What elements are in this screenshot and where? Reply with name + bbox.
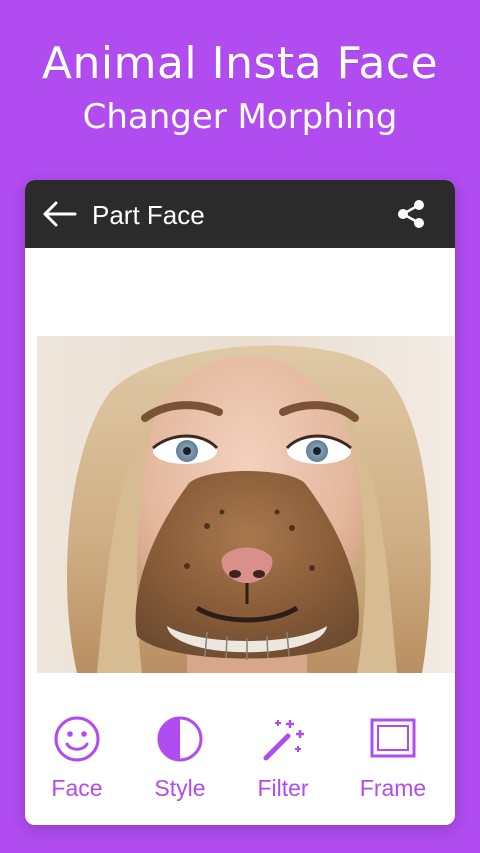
frame-icon <box>370 718 416 758</box>
face-tool-label: Face <box>51 775 103 801</box>
filter-tool-label: Filter <box>257 775 309 801</box>
bottom-toolbar: Face Style Filter Frame <box>25 700 455 825</box>
filter-tool-button[interactable]: Filter <box>233 714 333 814</box>
editor-canvas[interactable] <box>25 248 455 740</box>
style-tool-label: Style <box>154 775 206 801</box>
frame-tool-label: Frame <box>359 775 427 801</box>
screen-title: Part Face <box>92 200 205 230</box>
promo-subtitle: Changer Morphing <box>82 97 398 137</box>
promo-title: Animal Insta Face <box>41 38 439 89</box>
app-bar: Part Face <box>25 180 455 248</box>
face-photo[interactable] <box>37 336 455 673</box>
app-screen: Part Face Face Style Filter Frame <box>25 180 455 825</box>
style-tool-button[interactable]: Style <box>130 714 230 814</box>
contrast-icon <box>157 716 203 762</box>
frame-tool-button[interactable]: Frame <box>343 714 443 814</box>
face-tool-button[interactable]: Face <box>27 714 127 814</box>
arrow-left-icon[interactable] <box>41 200 77 228</box>
smiley-icon <box>54 716 100 762</box>
share-icon[interactable] <box>395 198 427 230</box>
magic-wand-icon <box>263 720 304 761</box>
